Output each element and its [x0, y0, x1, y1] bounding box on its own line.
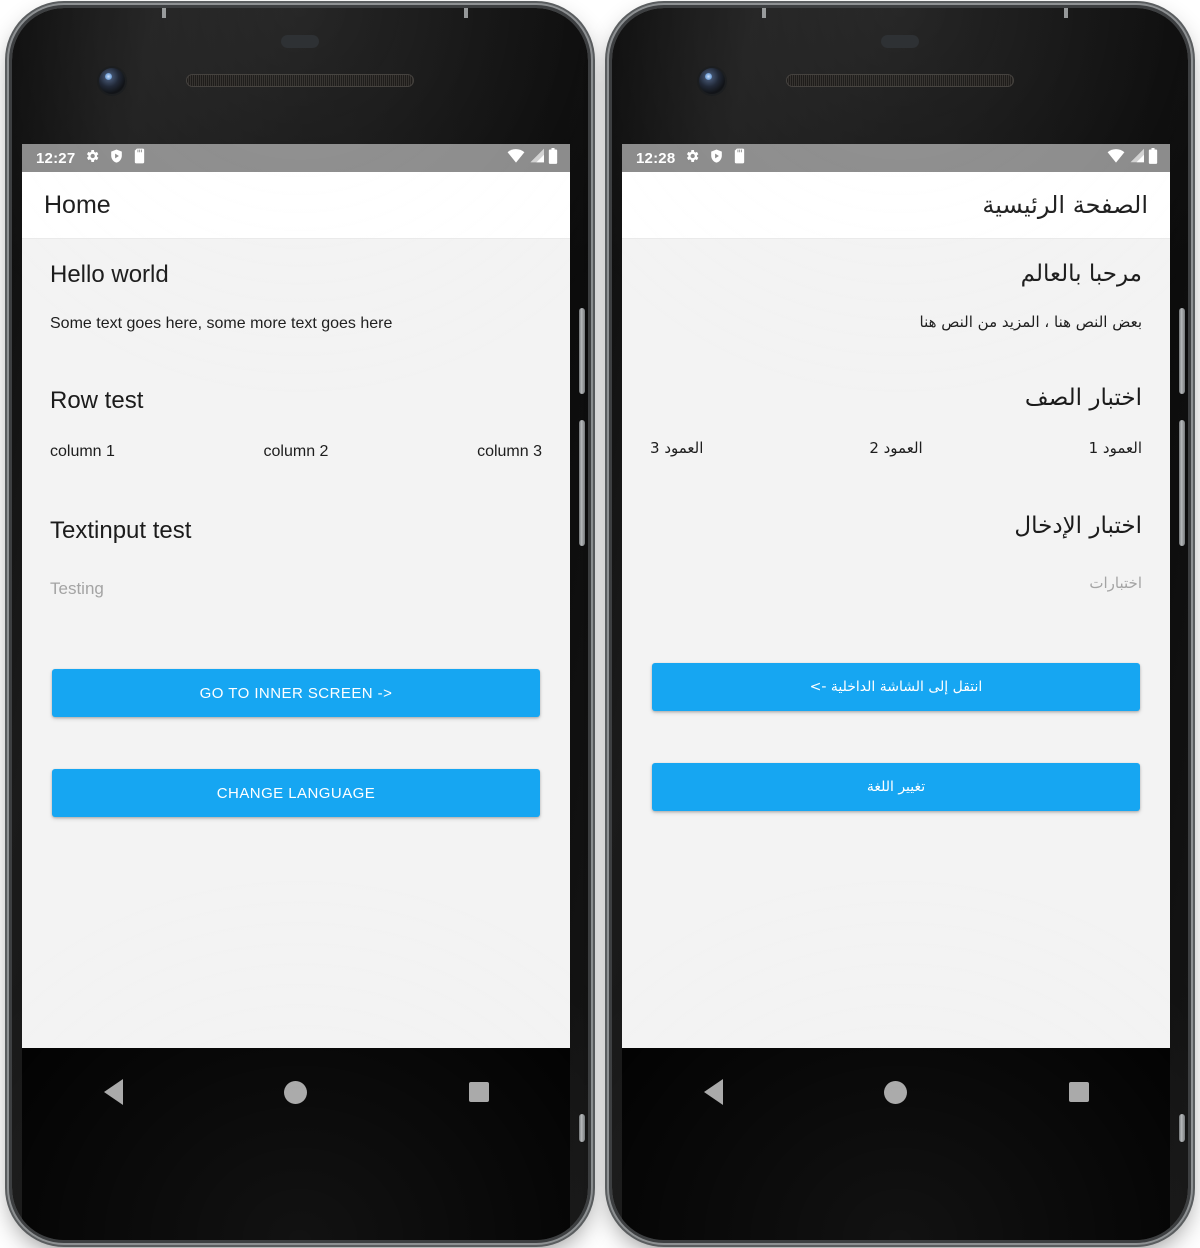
home-icon — [884, 1080, 908, 1104]
frame-accent — [1179, 1114, 1185, 1142]
text-input-field[interactable] — [50, 579, 542, 599]
gear-icon — [684, 148, 700, 169]
change-language-button[interactable]: CHANGE LANGUAGE — [52, 769, 540, 817]
volume-button[interactable] — [579, 420, 585, 546]
nav-home-button[interactable] — [264, 1070, 328, 1114]
go-to-inner-screen-button[interactable]: انتقل إلى الشاشة الداخلية -> — [652, 663, 1140, 711]
cell-signal-icon — [1128, 148, 1145, 168]
status-bar-left: 12:27 — [36, 148, 146, 169]
battery-icon — [1148, 147, 1158, 169]
cell-signal-icon — [528, 148, 545, 168]
nav-home-button[interactable] — [864, 1070, 928, 1114]
earpiece-speaker — [186, 74, 414, 87]
hello-world-body: بعض النص هنا ، المزيد من النص هنا — [919, 313, 1143, 331]
volume-button[interactable] — [1179, 420, 1185, 546]
android-nav-bar — [22, 1048, 570, 1240]
recent-apps-icon — [1068, 1082, 1089, 1102]
change-language-button[interactable]: تغيير اللغة — [652, 763, 1140, 811]
sd-card-icon — [133, 148, 146, 169]
go-to-inner-screen-button[interactable]: GO TO INNER SCREEN -> — [52, 669, 540, 717]
hello-world-body: Some text goes here, some more text goes… — [50, 315, 393, 332]
power-button[interactable] — [1179, 308, 1185, 394]
row-cell-1: column 1 — [50, 443, 115, 460]
two-phone-comparison: 12:27 Home Hello world Some text goes he… — [0, 0, 1200, 1248]
row-cell-2: column 2 — [263, 443, 329, 460]
hello-world-heading: Hello world — [50, 261, 169, 288]
status-bar: 12:28 — [622, 144, 1170, 172]
recent-apps-icon — [468, 1082, 489, 1102]
phone-screen-arabic: 12:28 الصفحة الرئيسية مرحبا بالعالم بعض … — [622, 144, 1170, 1048]
row-cell-1: العمود 1 — [1088, 439, 1142, 457]
hello-world-heading: مرحبا بالعالم — [1020, 261, 1142, 287]
frame-accent — [579, 1114, 585, 1142]
row-test-heading: Row test — [50, 387, 144, 414]
nav-recent-apps-button[interactable] — [1047, 1070, 1111, 1114]
frame-seam — [762, 8, 766, 18]
phone-chassis: 12:28 الصفحة الرئيسية مرحبا بالعالم بعض … — [612, 8, 1188, 1240]
page-title: الصفحة الرئيسية — [982, 191, 1148, 219]
app-bar: الصفحة الرئيسية — [622, 172, 1170, 239]
row-cell-3: column 3 — [477, 443, 542, 460]
phone-screen-english: 12:27 Home Hello world Some text goes he… — [22, 144, 570, 1048]
row-test-row: column 1 column 2 column 3 — [50, 443, 542, 461]
sd-card-icon — [733, 148, 746, 169]
status-bar-clock: 12:28 — [636, 149, 676, 167]
screen-content: مرحبا بالعالم بعض النص هنا ، المزيد من ا… — [622, 239, 1170, 1048]
power-button[interactable] — [579, 308, 585, 394]
wifi-icon — [507, 148, 525, 168]
status-bar: 12:27 — [22, 144, 570, 172]
status-bar-right — [1107, 147, 1158, 169]
back-icon — [703, 1079, 723, 1105]
text-input-field[interactable] — [650, 575, 1142, 592]
proximity-sensor — [881, 35, 919, 48]
app-bar: Home — [22, 172, 570, 239]
page-title: Home — [44, 190, 111, 219]
row-cell-3: العمود 3 — [650, 439, 704, 457]
button-group: انتقل إلى الشاشة الداخلية -> تغيير اللغة — [650, 663, 1142, 811]
android-nav-bar — [622, 1048, 1170, 1240]
frame-seam — [162, 8, 166, 18]
status-bar-left: 12:28 — [636, 148, 746, 169]
text-input-wrapper — [50, 579, 542, 637]
gear-icon — [84, 148, 100, 169]
phone-chassis: 12:27 Home Hello world Some text goes he… — [12, 8, 588, 1240]
nav-back-button[interactable] — [681, 1070, 745, 1114]
nav-recent-apps-button[interactable] — [447, 1070, 511, 1114]
status-bar-right — [507, 147, 558, 169]
home-icon — [284, 1080, 308, 1104]
row-cell-2: العمود 2 — [869, 439, 923, 457]
textinput-test-heading: اختبار الإدخال — [1014, 513, 1142, 539]
battery-icon — [548, 147, 558, 169]
text-input-wrapper — [650, 573, 1142, 631]
status-bar-clock: 12:27 — [36, 149, 76, 167]
phone-device-arabic: 12:28 الصفحة الرئيسية مرحبا بالعالم بعض … — [600, 0, 1200, 1248]
frame-seam — [464, 8, 468, 18]
screen-content: Hello world Some text goes here, some mo… — [22, 239, 570, 1048]
phone-device-english: 12:27 Home Hello world Some text goes he… — [0, 0, 600, 1248]
wifi-icon — [1107, 148, 1125, 168]
back-icon — [103, 1079, 123, 1105]
front-camera-icon — [699, 68, 725, 94]
shield-play-protect-icon — [709, 148, 724, 169]
button-group: GO TO INNER SCREEN -> CHANGE LANGUAGE — [50, 669, 542, 817]
nav-back-button[interactable] — [81, 1070, 145, 1114]
frame-seam — [1064, 8, 1068, 18]
earpiece-speaker — [786, 74, 1014, 87]
shield-play-protect-icon — [109, 148, 124, 169]
row-test-heading: اختبار الصف — [1024, 385, 1142, 411]
proximity-sensor — [281, 35, 319, 48]
textinput-test-heading: Textinput test — [50, 517, 192, 544]
row-test-row: العمود 1 العمود 2 العمود 3 — [650, 439, 1142, 457]
front-camera-icon — [99, 68, 125, 94]
